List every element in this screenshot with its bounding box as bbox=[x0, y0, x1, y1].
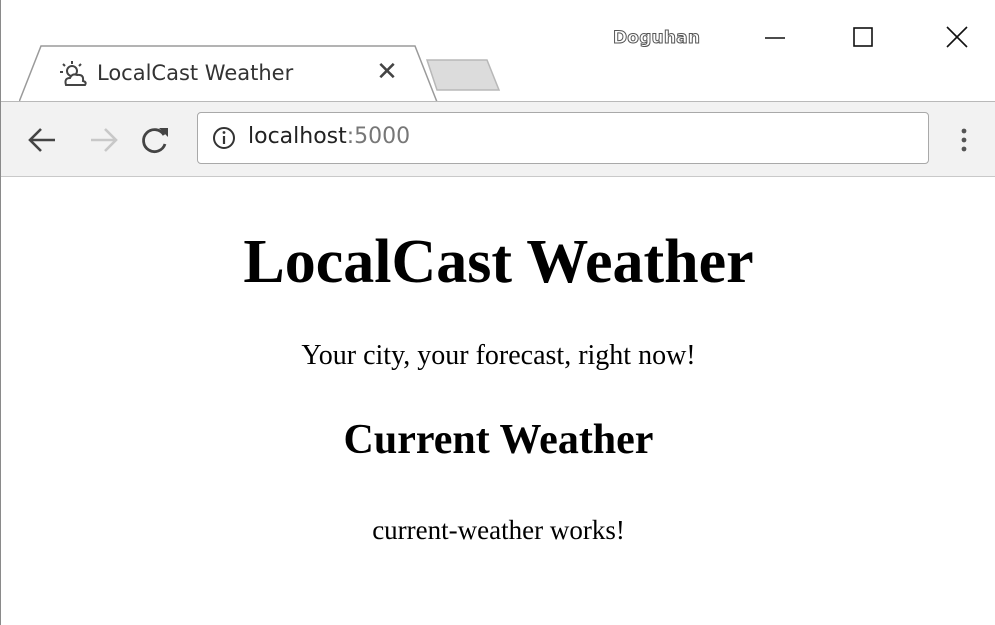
forward-arrow-icon[interactable] bbox=[83, 120, 123, 160]
url-text[interactable]: localhost:5000 bbox=[248, 122, 410, 152]
url-host: localhost bbox=[248, 124, 347, 149]
maximize-icon[interactable] bbox=[833, 18, 893, 58]
close-window-icon[interactable] bbox=[927, 18, 987, 58]
url-port: :5000 bbox=[346, 124, 411, 149]
menu-dots-icon[interactable] bbox=[949, 120, 979, 160]
back-arrow-icon[interactable] bbox=[23, 120, 63, 160]
info-icon[interactable] bbox=[212, 126, 236, 150]
page-tagline: Your city, your forecast, right now! bbox=[301, 340, 696, 371]
page-title: LocalCast Weather bbox=[243, 228, 754, 296]
tab-close-button[interactable]: ✕ bbox=[371, 56, 403, 88]
tab-localcast-weather[interactable]: LocalCast Weather ✕ bbox=[19, 44, 439, 103]
minimize-icon[interactable] bbox=[745, 18, 805, 58]
weather-partly-cloudy-icon bbox=[60, 61, 87, 86]
tab-strip: LocalCast Weather ✕ Doguhan bbox=[1, 0, 995, 104]
address-bar[interactable]: localhost:5000 bbox=[197, 112, 929, 164]
new-tab-button[interactable] bbox=[425, 56, 501, 94]
page-content: LocalCast Weather Your city, your foreca… bbox=[1, 178, 995, 625]
tab-title: LocalCast Weather bbox=[97, 61, 294, 85]
browser-window: LocalCast Weather ✕ Doguhan localhost:50… bbox=[0, 0, 995, 625]
reload-icon[interactable] bbox=[135, 120, 175, 160]
profile-name[interactable]: Doguhan bbox=[612, 28, 700, 49]
section-heading: Current Weather bbox=[343, 417, 654, 463]
current-weather-component: current-weather works! bbox=[372, 515, 625, 545]
